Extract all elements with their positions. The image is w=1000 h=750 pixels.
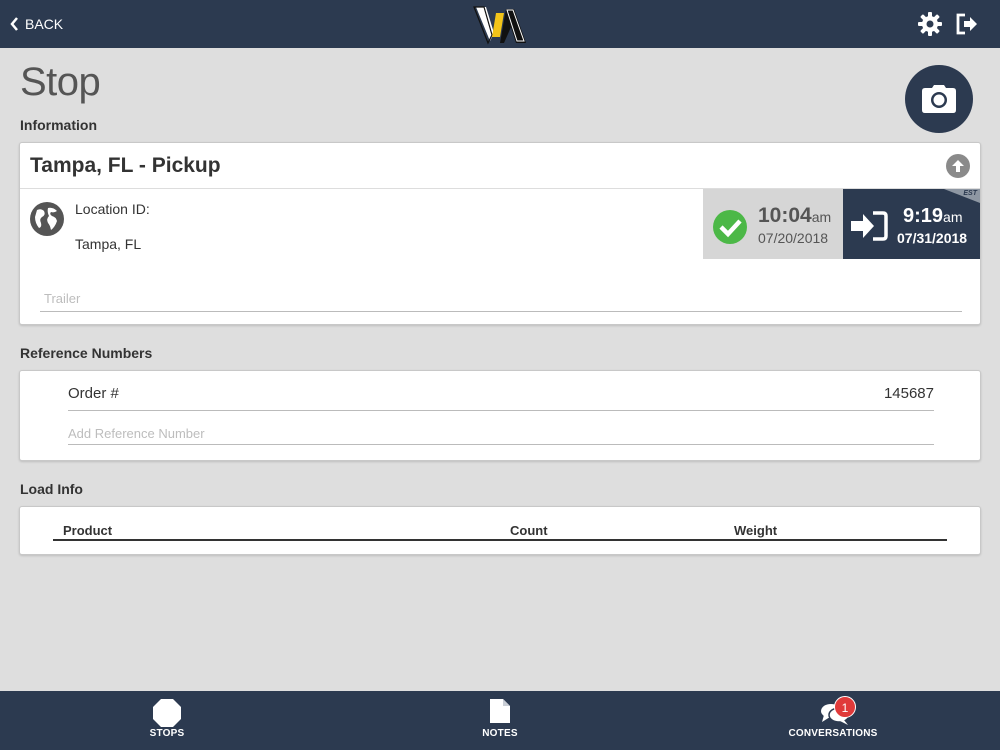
- nav-stops[interactable]: STOPS: [97, 691, 237, 750]
- notification-badge: 1: [834, 696, 856, 718]
- chevron-left-icon: [10, 17, 18, 31]
- nav-notes[interactable]: NOTES: [430, 691, 570, 750]
- nav-conversations-label: CONVERSATIONS: [788, 728, 878, 739]
- column-product: Product: [63, 523, 113, 538]
- load-info-label: Load Info: [20, 481, 83, 497]
- collapse-button[interactable]: [946, 154, 970, 178]
- nav-conversations[interactable]: 1 CONVERSATIONS: [763, 691, 903, 750]
- column-weight: Weight: [734, 523, 778, 538]
- arrived-time-value: 10:04: [758, 204, 812, 227]
- load-table-header: Product Count Weight: [53, 523, 947, 541]
- reference-row[interactable]: Order # 145687: [68, 381, 934, 411]
- camera-icon: [922, 85, 956, 113]
- back-button[interactable]: BACK: [10, 14, 63, 34]
- arrived-time: 10:04am: [758, 204, 831, 228]
- check-in-date: 07/31/2018: [897, 230, 968, 246]
- check-circle-icon: [713, 210, 747, 244]
- location-value: Tampa, FL: [75, 236, 142, 252]
- gear-icon[interactable]: [917, 11, 943, 37]
- reference-numbers-label: Reference Numbers: [20, 345, 153, 361]
- arrow-up-circle-icon: [952, 160, 964, 172]
- column-count: Count: [510, 523, 548, 538]
- load-info-card: Product Count Weight: [19, 506, 981, 555]
- arrived-time-box: 10:04am 07/20/2018: [703, 189, 843, 259]
- sign-in-icon: [851, 211, 888, 241]
- nav-notes-label: NOTES: [482, 728, 518, 739]
- information-label: Information: [20, 117, 97, 133]
- check-in-button[interactable]: EST 9:19am 07/31/2018: [843, 189, 980, 259]
- arrived-ampm: am: [811, 209, 832, 225]
- information-card: Tampa, FL - Pickup Location ID: Tampa, F…: [19, 142, 981, 325]
- octagon-icon: [153, 699, 181, 727]
- via-logo: [473, 6, 526, 45]
- nav-stops-label: STOPS: [149, 728, 185, 739]
- location-id-label: Location ID:: [75, 201, 150, 217]
- reference-key: Order #: [68, 385, 119, 402]
- arrived-date: 07/20/2018: [758, 230, 829, 246]
- check-in-time: 9:19am: [903, 205, 962, 228]
- check-in-ampm: am: [943, 209, 963, 225]
- information-header: Tampa, FL - Pickup: [20, 143, 980, 189]
- bottom-nav: STOPS NOTES 1 CONVERSATIONS: [0, 691, 1000, 750]
- check-in-time-value: 9:19: [903, 205, 944, 227]
- top-bar: BACK: [0, 0, 1000, 48]
- timezone-label: EST: [963, 190, 977, 197]
- camera-button[interactable]: [905, 65, 973, 133]
- reference-numbers-card: Order # 145687: [19, 370, 981, 461]
- globe-icon: [30, 202, 64, 236]
- logout-icon[interactable]: [954, 11, 980, 37]
- stop-title: Tampa, FL - Pickup: [30, 154, 221, 177]
- reference-value: 145687: [883, 385, 934, 402]
- trailer-input[interactable]: [40, 286, 962, 312]
- document-icon: [490, 699, 510, 723]
- add-reference-input[interactable]: [68, 423, 934, 445]
- back-label: BACK: [25, 16, 64, 32]
- page-title: Stop: [20, 60, 101, 104]
